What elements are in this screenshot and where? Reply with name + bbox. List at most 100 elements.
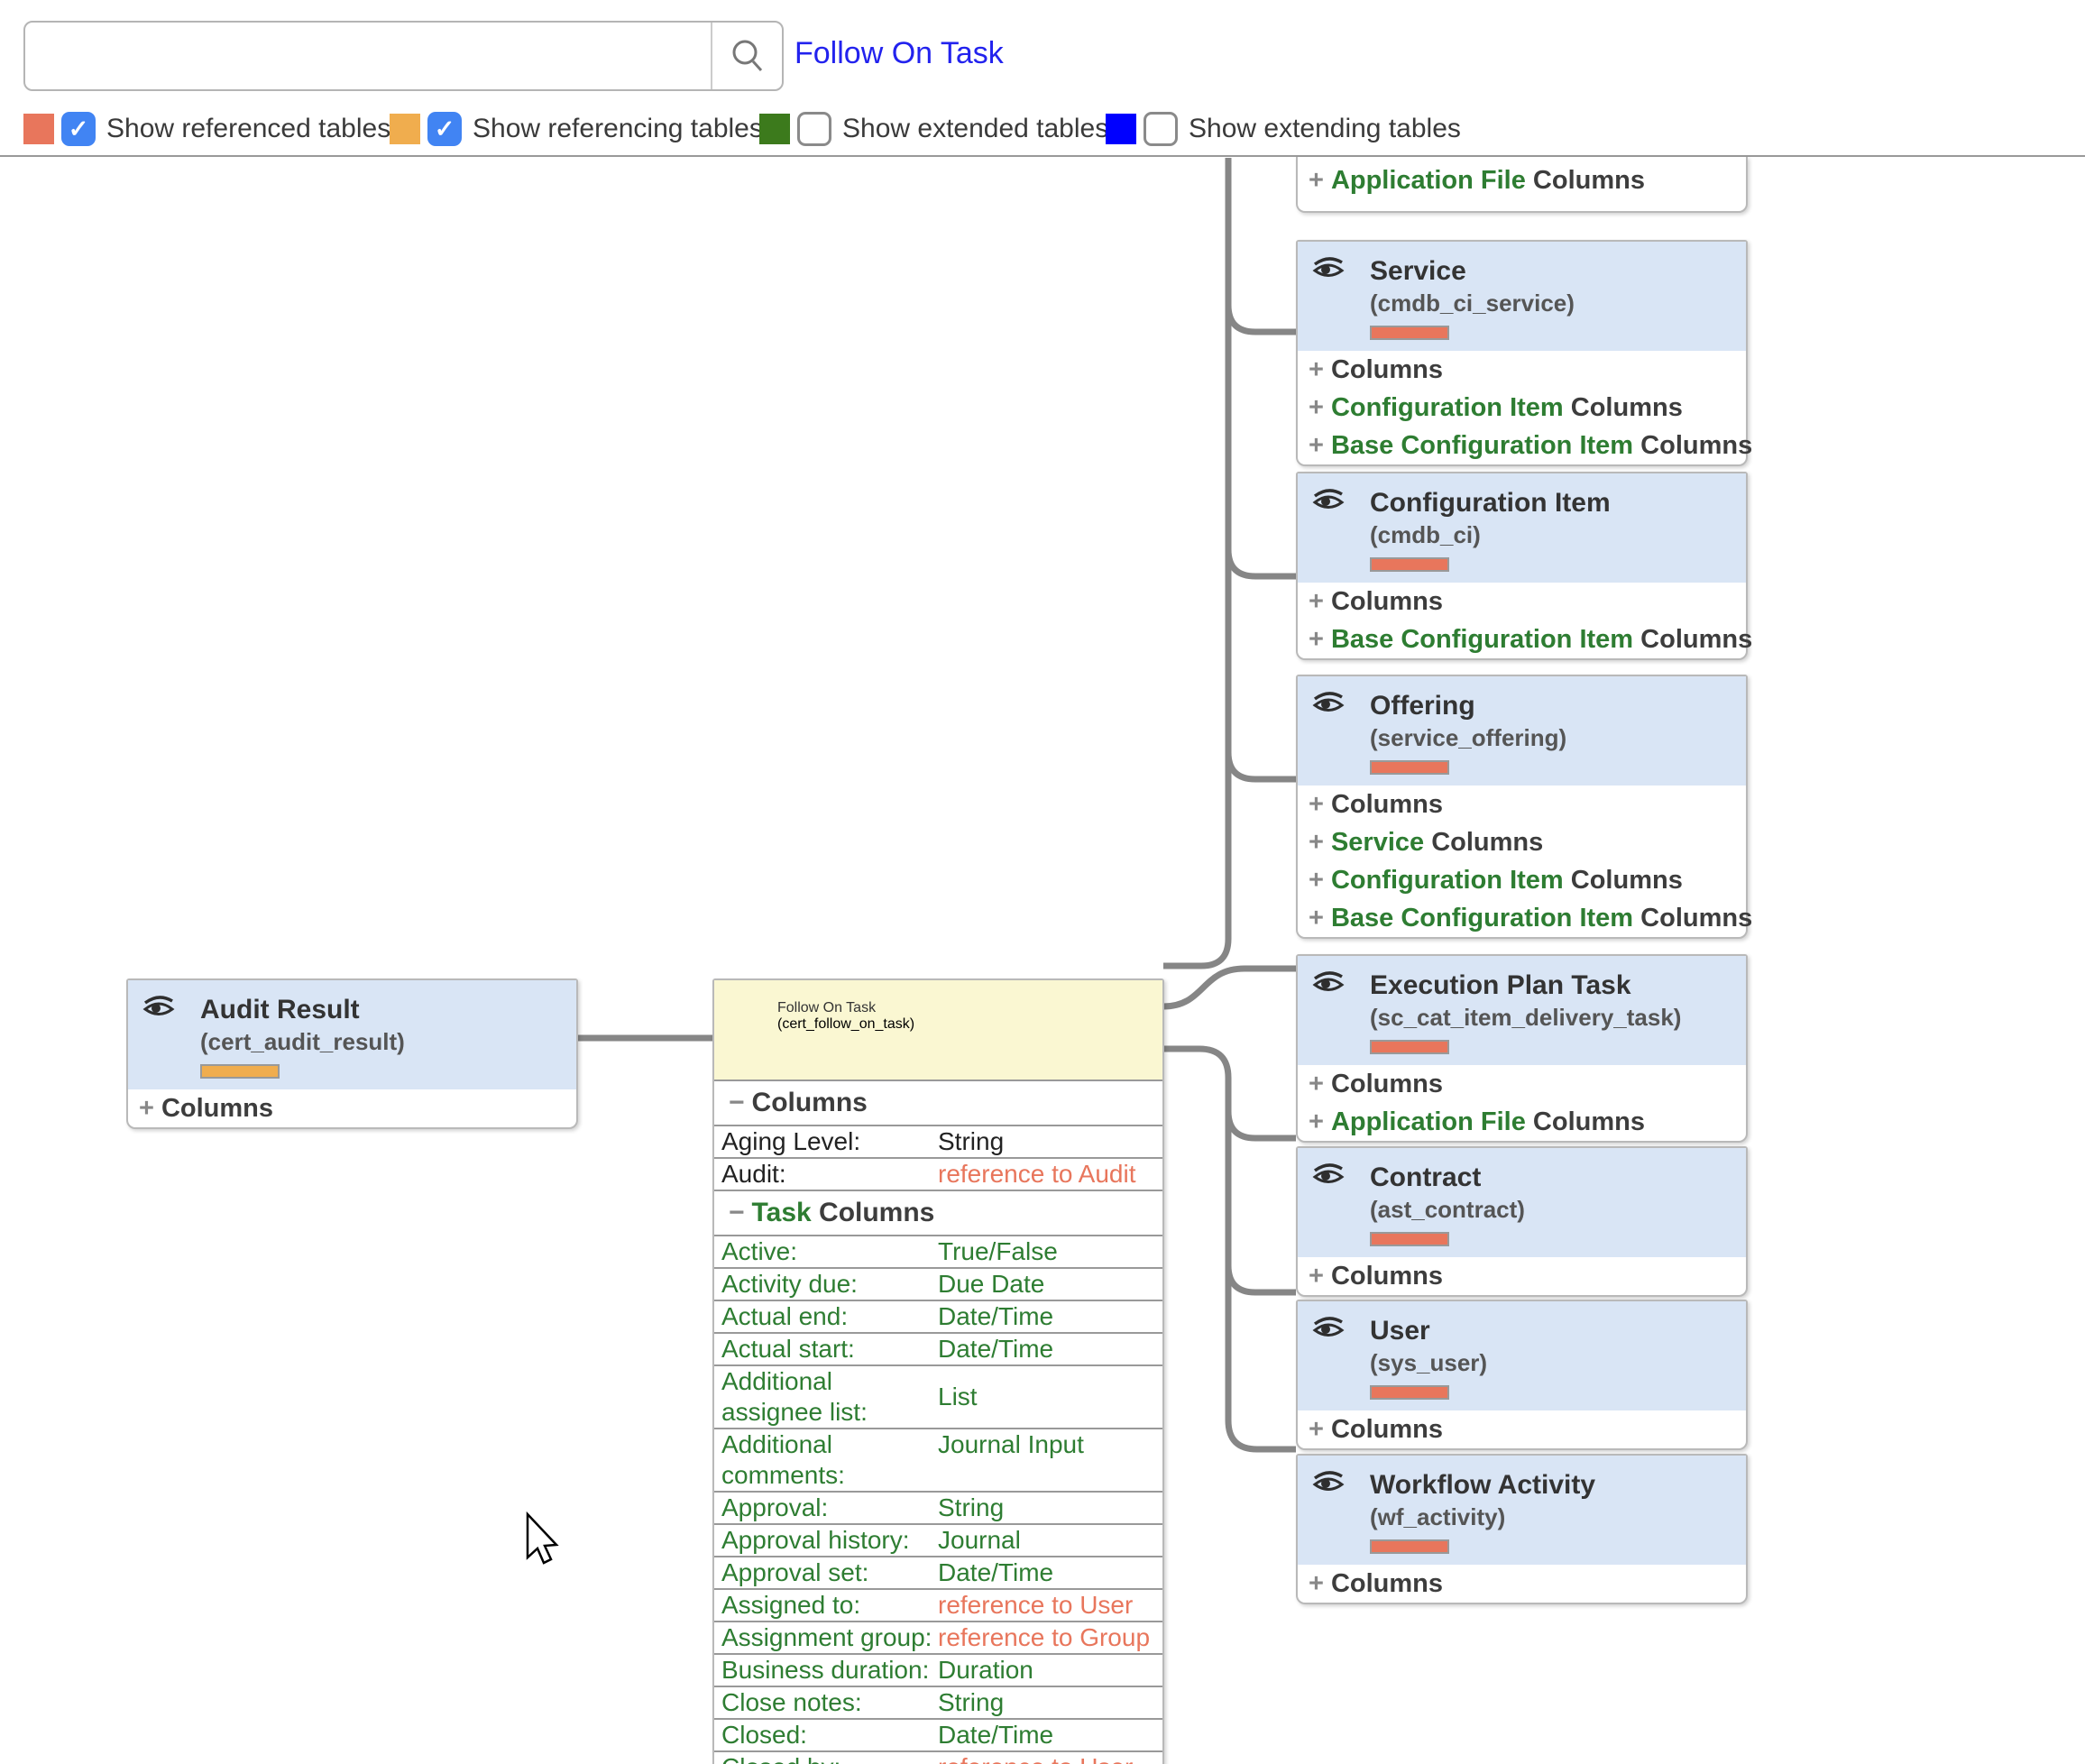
- column-row: Additional assignee list: List: [714, 1364, 1162, 1428]
- expand-row-columns[interactable]: +Columns: [128, 1089, 576, 1127]
- search-icon: [728, 36, 767, 76]
- eye-icon[interactable]: [1312, 970, 1345, 996]
- table-db-name: (sc_cat_item_delivery_task): [1370, 1003, 1737, 1032]
- expand-row-configuration-item-columns[interactable]: +Configuration Item Columns: [1298, 861, 1746, 899]
- search-input[interactable]: [25, 23, 712, 89]
- show-extending-checkbox[interactable]: [1144, 112, 1178, 146]
- table-title: Contract: [1370, 1161, 1737, 1195]
- table-header[interactable]: User (sys_user): [1298, 1301, 1746, 1410]
- expand-row-configuration-item-columns[interactable]: +Configuration Item Columns: [1298, 389, 1746, 427]
- expand-row-application-file-columns[interactable]: +Application File Columns: [1298, 1103, 1746, 1141]
- referenced-bar: [1370, 760, 1449, 775]
- expand-row-columns[interactable]: +Columns: [1298, 351, 1746, 389]
- column-type: Journal: [938, 1525, 1021, 1556]
- expand-row-columns[interactable]: +Columns: [1298, 1410, 1746, 1448]
- eye-icon[interactable]: [1312, 488, 1345, 513]
- legend-label: Show extended tables: [842, 114, 1108, 144]
- eye-icon[interactable]: [1312, 1316, 1345, 1341]
- table-header[interactable]: Workflow Activity (wf_activity): [1298, 1456, 1746, 1565]
- section-label: Columns: [819, 1198, 934, 1227]
- column-type: Date/Time: [938, 1301, 1053, 1332]
- table-title: Service: [1370, 254, 1737, 289]
- expand-row-application-file-columns[interactable]: +Application File Columns: [1298, 157, 1746, 211]
- column-row: Activity due: Due Date: [714, 1267, 1162, 1300]
- referencing-color-swatch: [390, 114, 420, 144]
- table-search: [23, 21, 784, 91]
- wire-branch-configuration-item: [1228, 549, 1296, 576]
- row-label: Columns: [161, 1094, 273, 1123]
- extended-color-swatch: [759, 114, 790, 144]
- table-header[interactable]: Service (cmdb_ci_service): [1298, 242, 1746, 351]
- row-label: Columns: [1331, 1569, 1443, 1598]
- table-box-contract: Contract (ast_contract) +Columns: [1296, 1146, 1748, 1297]
- legend-show-extended: Show extended tables: [759, 110, 1108, 148]
- row-label: Columns: [1331, 1262, 1443, 1291]
- expand-row-base-configuration-item-columns[interactable]: +Base Configuration Item Columns: [1298, 427, 1746, 464]
- table-db-name: (cert_audit_result): [200, 1027, 567, 1056]
- column-row: Approval set: Date/Time: [714, 1556, 1162, 1588]
- column-name: Closed by:: [714, 1752, 938, 1764]
- row-label: Columns: [1331, 587, 1443, 616]
- expand-row-base-configuration-item-columns[interactable]: +Base Configuration Item Columns: [1298, 899, 1746, 937]
- column-row: Assignment group: reference to Group: [714, 1621, 1162, 1653]
- plus-icon: +: [1309, 166, 1324, 195]
- task-columns-section: Active: True/False Activity due: Due Dat…: [714, 1235, 1162, 1764]
- expand-row-columns[interactable]: +Columns: [1298, 1565, 1746, 1603]
- show-extended-checkbox[interactable]: [797, 112, 831, 146]
- table-box-service: Service (cmdb_ci_service) +Columns +Conf…: [1296, 240, 1748, 466]
- collapse-row-columns[interactable]: −Columns: [714, 1080, 1162, 1125]
- table-header[interactable]: Execution Plan Task (sc_cat_item_deliver…: [1298, 956, 1746, 1065]
- row-label: Columns: [1331, 1415, 1443, 1444]
- column-name: Actual end:: [714, 1301, 938, 1332]
- show-referencing-checkbox[interactable]: ✓: [427, 112, 462, 146]
- eye-icon[interactable]: [1312, 691, 1345, 716]
- referenced-bar: [1370, 326, 1449, 340]
- table-title: Audit Result: [200, 993, 567, 1027]
- table-header[interactable]: Offering (service_offering): [1298, 676, 1746, 786]
- expand-row-columns[interactable]: +Columns: [1298, 583, 1746, 620]
- column-name: Assigned to:: [714, 1590, 938, 1621]
- column-row: Aging Level: String: [714, 1125, 1162, 1157]
- expand-row-service-columns[interactable]: +Service Columns: [1298, 823, 1746, 861]
- referenced-bar: [1370, 1232, 1449, 1246]
- eye-icon[interactable]: [1312, 256, 1345, 281]
- eye-icon[interactable]: [1312, 1470, 1345, 1495]
- columns-table: −Columns Aging Level: String Audit: refe…: [714, 1080, 1162, 1764]
- table-title: Execution Plan Task: [1370, 969, 1737, 1003]
- parent-table-name: Configuration Item: [1331, 393, 1564, 422]
- referenced-bar: [1370, 1539, 1449, 1554]
- table-header[interactable]: Configuration Item (cmdb_ci): [1298, 473, 1746, 583]
- expand-row-base-configuration-item-columns[interactable]: +Base Configuration Item Columns: [1298, 620, 1746, 658]
- expand-row-columns[interactable]: +Columns: [1298, 786, 1746, 823]
- eye-icon[interactable]: [1312, 1162, 1345, 1188]
- column-type: Date/Time: [938, 1720, 1053, 1750]
- legend-show-referencing: ✓ Show referencing tables: [390, 110, 763, 148]
- table-header[interactable]: Contract (ast_contract): [1298, 1148, 1746, 1257]
- expand-row-columns[interactable]: +Columns: [1298, 1257, 1746, 1295]
- expand-row-columns[interactable]: +Columns: [1298, 1065, 1746, 1103]
- column-name: Actual start:: [714, 1334, 938, 1364]
- row-label: Columns: [1640, 625, 1752, 654]
- column-name: Aging Level:: [714, 1126, 938, 1157]
- plus-icon: +: [1309, 904, 1324, 933]
- show-referenced-checkbox[interactable]: ✓: [61, 112, 96, 146]
- current-table-link[interactable]: Follow On Task: [795, 36, 1004, 71]
- table-header[interactable]: Audit Result (cert_audit_result): [128, 980, 576, 1089]
- extending-color-swatch: [1106, 114, 1136, 144]
- schema-map-canvas: Follow On Task ✓ Show referenced tables …: [0, 0, 2085, 1764]
- table-header[interactable]: Follow On Task (cert_follow_on_task): [714, 980, 1162, 1080]
- column-type: String: [938, 1493, 1004, 1523]
- parent-table-name: Application File: [1331, 166, 1526, 195]
- collapse-row-task-columns[interactable]: −Task Columns: [714, 1190, 1162, 1235]
- table-box-configuration-item: Configuration Item (cmdb_ci) +Columns +B…: [1296, 472, 1748, 660]
- row-label: Columns: [1533, 166, 1645, 195]
- eye-icon[interactable]: [142, 995, 175, 1020]
- table-box-partial-top: +Application File Columns: [1296, 157, 1748, 213]
- row-label: Columns: [1431, 828, 1543, 857]
- search-button[interactable]: [712, 23, 782, 89]
- column-name: Closed:: [714, 1720, 938, 1750]
- plus-icon: +: [1309, 1107, 1324, 1136]
- column-type: True/False: [938, 1236, 1058, 1267]
- table-box-audit-result: Audit Result (cert_audit_result) +Column…: [126, 978, 578, 1129]
- column-type: String: [938, 1687, 1004, 1718]
